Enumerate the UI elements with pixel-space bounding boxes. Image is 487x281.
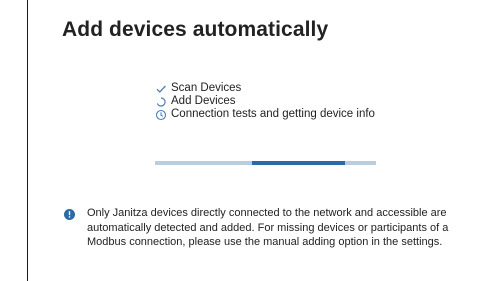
step-label: Scan Devices xyxy=(171,82,242,94)
step-add-devices: Add Devices xyxy=(155,95,375,108)
clock-icon xyxy=(155,109,167,121)
step-list: Scan Devices Add Devices Connection test… xyxy=(155,82,375,121)
info-icon xyxy=(64,207,75,220)
step-label: Add Devices xyxy=(171,95,236,107)
spinner-icon xyxy=(155,96,167,108)
check-icon xyxy=(155,83,167,95)
progress-bar xyxy=(155,161,376,165)
progress-bar-fill xyxy=(252,161,346,165)
step-connection-tests: Connection tests and getting device info xyxy=(155,108,375,121)
page-title: Add devices automatically xyxy=(62,18,329,41)
info-text: Only Janitza devices directly connected … xyxy=(87,207,449,248)
step-scan-devices: Scan Devices xyxy=(155,82,375,95)
step-label: Connection tests and getting device info xyxy=(171,108,375,120)
panel-left-border xyxy=(27,0,28,281)
